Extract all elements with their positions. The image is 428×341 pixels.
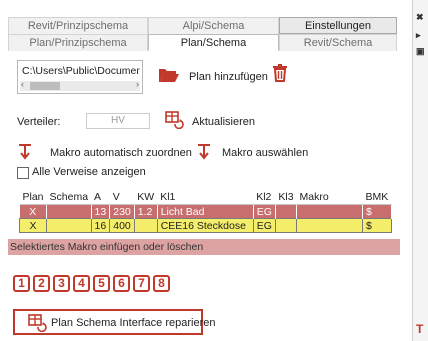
table-header-row: Plan Schema A V KW Kl1 Kl2 Kl3 Makro BMK xyxy=(19,190,392,205)
tab-row-top: Revit/Prinzipschema Alpi/Schema Einstell… xyxy=(8,17,397,34)
status-bar: Selektiertes Makro einfügen oder löschen xyxy=(8,239,400,255)
cell-kl2[interactable]: EG xyxy=(253,204,276,219)
cell-schema[interactable] xyxy=(46,204,92,219)
macro-slot-8-button[interactable]: 8 xyxy=(153,275,170,292)
macro-auto-button[interactable]: Makro automatisch zuordnen xyxy=(50,147,192,159)
col-plan[interactable]: Plan xyxy=(19,190,47,205)
cell-v[interactable]: 400 xyxy=(109,218,135,233)
cell-v[interactable]: 230 xyxy=(109,204,135,219)
cell-plan[interactable]: X xyxy=(19,204,48,219)
cell-kw[interactable] xyxy=(133,218,158,233)
macro-slot-3-button[interactable]: 3 xyxy=(53,275,70,292)
cell-makro[interactable] xyxy=(296,218,364,233)
tab-einstellungen[interactable]: Einstellungen xyxy=(279,17,397,34)
col-a[interactable]: A xyxy=(91,190,110,205)
cell-kl1[interactable]: Licht Bad xyxy=(157,204,254,219)
macro-auto-icon[interactable] xyxy=(17,143,33,163)
cell-makro[interactable] xyxy=(296,204,364,219)
tab-alpi-schema[interactable]: Alpi/Schema xyxy=(148,17,279,34)
col-kl2[interactable]: Kl2 xyxy=(253,190,276,205)
trash-icon[interactable] xyxy=(272,64,288,85)
col-kw[interactable]: KW xyxy=(134,190,158,205)
cell-a[interactable]: 16 xyxy=(90,218,111,233)
macro-slot-4-button[interactable]: 4 xyxy=(73,275,90,292)
tab-revit-schema[interactable]: Revit/Schema xyxy=(279,34,397,51)
repair-interface-button[interactable]: Plan Schema Interface reparieren xyxy=(13,309,215,335)
right-toolbar: ✖ ▸ ▣ T xyxy=(412,0,428,341)
repair-icon xyxy=(27,314,47,335)
show-all-checkbox[interactable] xyxy=(17,167,29,179)
col-kl3[interactable]: Kl3 xyxy=(275,190,297,205)
cell-kl2[interactable]: EG xyxy=(252,218,276,233)
macro-slot-5-button[interactable]: 5 xyxy=(93,275,110,292)
dock-icon[interactable]: ▣ xyxy=(416,46,425,57)
pin-icon[interactable]: ▸ xyxy=(416,30,421,41)
table-row[interactable]: X 13 230 1.2 Licht Bad EG $ xyxy=(19,204,392,219)
cell-a[interactable]: 13 xyxy=(91,204,111,219)
cell-plan[interactable]: X xyxy=(18,218,48,233)
col-bmk[interactable]: BMK xyxy=(362,190,392,205)
macro-slot-6-button[interactable]: 6 xyxy=(113,275,130,292)
tab-plan-prinzipschema[interactable]: Plan/Prinzipschema xyxy=(8,34,148,51)
close-icon[interactable]: ✖ xyxy=(416,12,424,23)
refresh-button[interactable]: Aktualisieren xyxy=(192,116,255,128)
circuit-table: Plan Schema A V KW Kl1 Kl2 Kl3 Makro BMK… xyxy=(18,190,392,233)
tab-plan-schema[interactable]: Plan/Schema xyxy=(148,34,279,51)
distributor-label: Verteiler: xyxy=(17,116,61,128)
marker-icon: T xyxy=(416,322,424,336)
show-all-label: Alle Verweise anzeigen xyxy=(32,166,146,178)
scroll-right-icon[interactable]: › xyxy=(136,79,139,89)
col-kl1[interactable]: Kl1 xyxy=(157,190,254,205)
col-schema[interactable]: Schema xyxy=(46,190,92,205)
cell-kl3[interactable] xyxy=(275,204,298,219)
col-makro[interactable]: Makro xyxy=(296,190,363,205)
repair-label: Plan Schema Interface reparieren xyxy=(51,317,216,329)
cell-bmk[interactable]: $ xyxy=(362,204,392,219)
table-row[interactable]: X 16 400 CEE16 Steckdose EG $ xyxy=(18,218,392,233)
col-v[interactable]: V xyxy=(109,190,135,205)
macro-slot-1-button[interactable]: 1 xyxy=(13,275,30,292)
tab-revit-prinzipschema[interactable]: Revit/Prinzipschema xyxy=(8,17,148,34)
cell-kw[interactable]: 1.2 xyxy=(134,204,158,219)
add-plan-button[interactable]: Plan hinzufügen xyxy=(189,71,268,83)
refresh-icon[interactable] xyxy=(164,111,184,132)
cell-kl1[interactable]: CEE16 Steckdose xyxy=(156,218,254,233)
path-scrollbar[interactable]: ‹ › xyxy=(20,79,140,91)
path-value: C:\Users\Public\Document xyxy=(22,65,140,77)
cell-bmk[interactable]: $ xyxy=(362,218,392,233)
macro-select-button[interactable]: Makro auswählen xyxy=(222,147,308,159)
distributor-input[interactable]: HV xyxy=(86,113,150,129)
macro-slot-7-button[interactable]: 7 xyxy=(133,275,150,292)
scroll-thumb[interactable] xyxy=(30,82,60,90)
path-field[interactable]: C:\Users\Public\Document ‹ › xyxy=(17,60,143,94)
cell-kl3[interactable] xyxy=(274,218,298,233)
macro-slot-2-button[interactable]: 2 xyxy=(33,275,50,292)
tab-row-bottom: Plan/Prinzipschema Plan/Schema Revit/Sch… xyxy=(8,34,397,51)
folder-open-icon[interactable] xyxy=(158,66,180,87)
macro-select-icon[interactable] xyxy=(196,143,212,163)
cell-schema[interactable] xyxy=(46,218,92,233)
scroll-left-icon[interactable]: ‹ xyxy=(21,79,24,89)
